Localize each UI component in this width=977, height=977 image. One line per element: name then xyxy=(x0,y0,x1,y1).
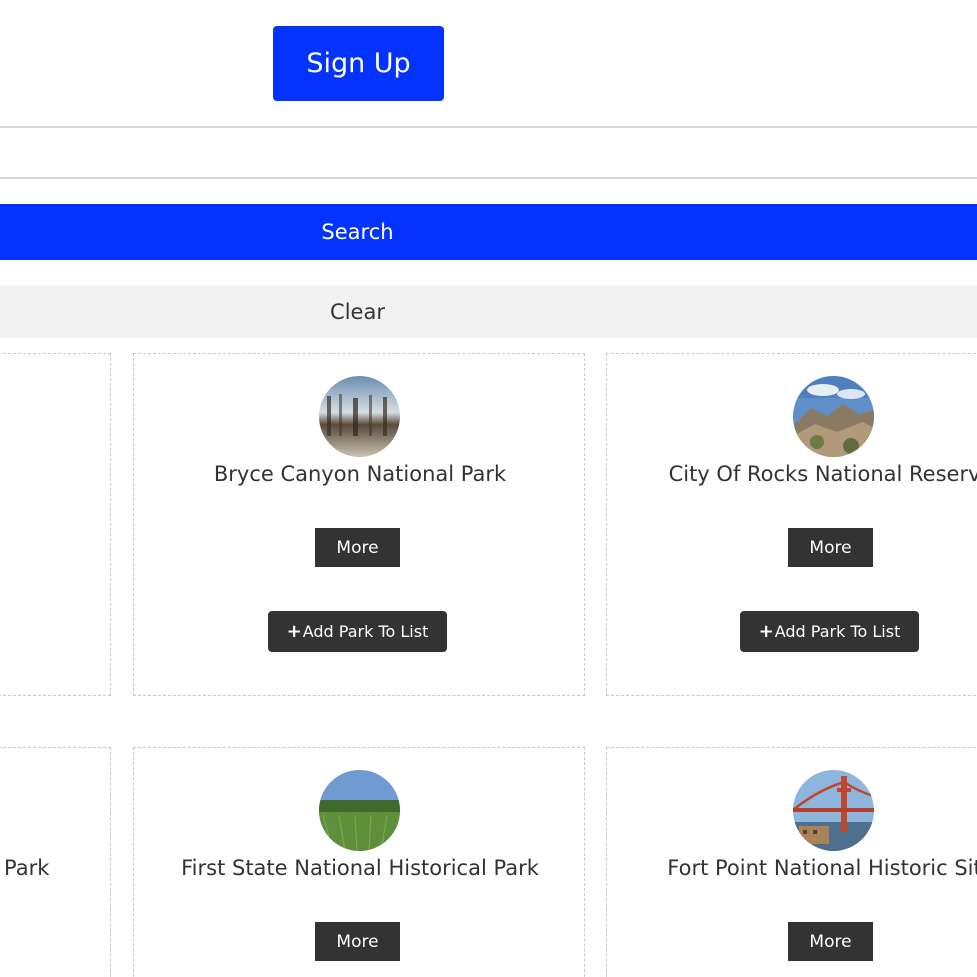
add-park-button[interactable]: + Add Park To List xyxy=(740,611,919,652)
search-input[interactable] xyxy=(0,126,977,179)
more-button[interactable]: More xyxy=(315,528,400,567)
park-name: City Of Rocks National Reserve xyxy=(668,462,977,486)
park-name: Bryce Canyon National Park xyxy=(213,462,507,486)
more-button[interactable]: More xyxy=(788,922,873,961)
clear-button[interactable]: Clear xyxy=(0,285,977,338)
park-card: Park xyxy=(0,747,111,977)
park-image xyxy=(319,770,400,851)
park-card: Fort Point National Historic Site More xyxy=(606,747,977,977)
park-image xyxy=(793,376,874,457)
plus-icon: + xyxy=(758,621,774,642)
more-button[interactable]: More xyxy=(315,922,400,961)
search-button[interactable]: Search xyxy=(0,204,977,260)
park-name: Fort Point National Historic Site xyxy=(667,856,977,880)
park-name: Park xyxy=(4,856,50,880)
park-card: First State National Historical Park Mor… xyxy=(133,747,585,977)
add-park-label: Add Park To List xyxy=(774,622,901,641)
plus-icon: + xyxy=(286,621,302,642)
park-image xyxy=(793,770,874,851)
add-park-button[interactable]: + Add Park To List xyxy=(268,611,447,652)
more-button[interactable]: More xyxy=(788,528,873,567)
park-card: City Of Rocks National Reserve More + Ad… xyxy=(606,353,977,696)
sign-up-button[interactable]: Sign Up xyxy=(273,26,444,101)
park-card xyxy=(0,353,111,696)
add-park-label: Add Park To List xyxy=(302,622,429,641)
park-name: First State National Historical Park xyxy=(181,856,539,880)
park-image xyxy=(319,376,400,457)
park-card: Bryce Canyon National Park More + Add Pa… xyxy=(133,353,585,696)
